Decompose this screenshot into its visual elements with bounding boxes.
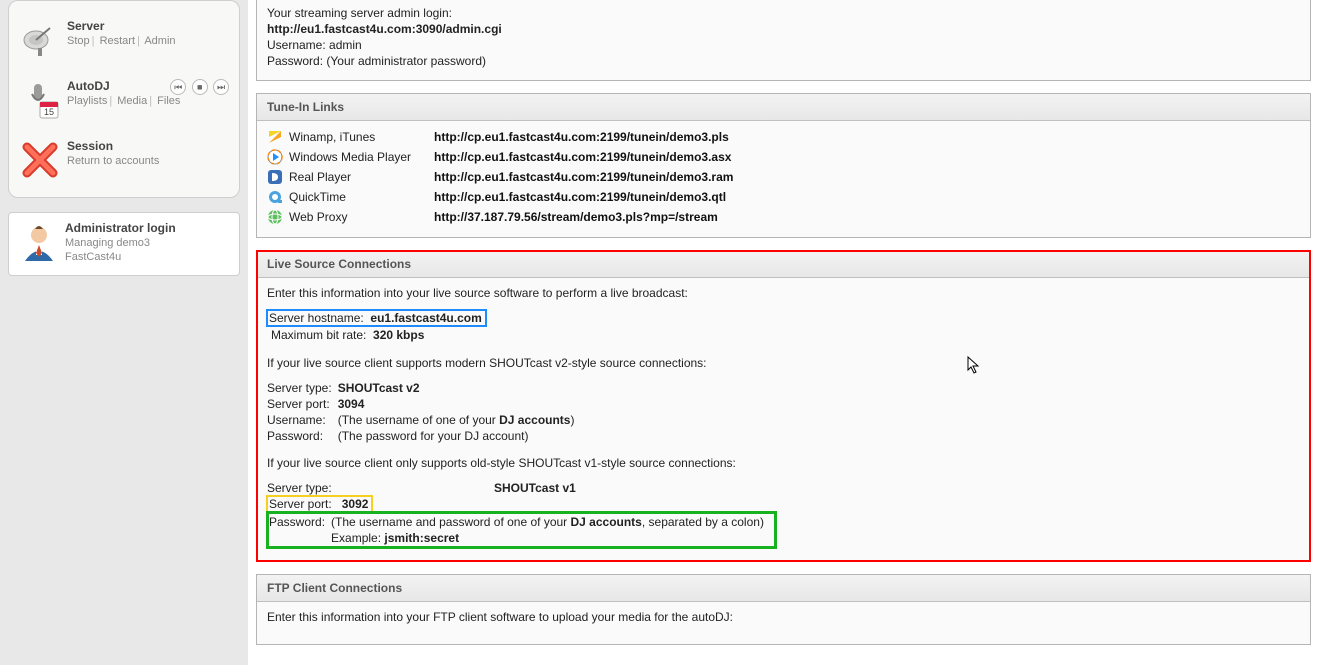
wmp-icon xyxy=(267,149,283,165)
server-title: Server xyxy=(67,19,229,33)
admin-username-label: Username: xyxy=(267,38,326,52)
server-links: Stop| Restart| Admin xyxy=(67,35,229,47)
live-source-header: Live Source Connections xyxy=(257,251,1310,278)
admin-password-label: Password: xyxy=(267,54,323,68)
admin-login-url[interactable]: http://eu1.fastcast4u.com:3090/admin.cgi xyxy=(267,22,502,36)
close-x-icon xyxy=(19,139,61,181)
v2-username: (The username of one of your DJ accounts… xyxy=(338,412,581,428)
tunein-row-winamp: Winamp, iTunes http://cp.eu1.fastcast4u.… xyxy=(267,127,1300,147)
tunein-url-quicktime[interactable]: http://cp.eu1.fastcast4u.com:2199/tunein… xyxy=(434,190,726,204)
winamp-icon xyxy=(267,129,283,145)
admin-login-managing: Managing demo3 xyxy=(65,237,229,249)
bitrate-label: Maximum bit rate: xyxy=(271,328,366,342)
microphone-calendar-icon: 15 xyxy=(19,79,61,121)
v1-example: Example: jsmith:secret xyxy=(331,530,770,546)
server-restart-link[interactable]: Restart xyxy=(100,35,135,47)
admin-login-brand: FastCast4u xyxy=(65,251,229,263)
sidebar-item-autodj[interactable]: 15 ⏮ ■ ⏭ AutoDJ Playlists| Media| Files xyxy=(9,71,239,131)
v1-password: (The username and password of one of you… xyxy=(331,514,770,530)
hostname-highlight: Server hostname: eu1.fastcast4u.com xyxy=(267,310,486,326)
session-title: Session xyxy=(67,139,229,153)
svg-text:15: 15 xyxy=(44,107,54,117)
v2-table: Server type:SHOUTcast v2 Server port:309… xyxy=(267,380,580,444)
v2-type: SHOUTcast v2 xyxy=(338,381,420,395)
admin-password-value: (Your administrator password) xyxy=(326,54,486,68)
tunein-links-header: Tune-In Links xyxy=(257,94,1310,121)
tunein-url-webproxy[interactable]: http://37.187.79.56/stream/demo3.pls?mp=… xyxy=(434,210,718,224)
ftp-header: FTP Client Connections xyxy=(257,575,1310,602)
administrator-login-box[interactable]: Administrator login Managing demo3 FastC… xyxy=(8,212,240,276)
tunein-row-wmp: Windows Media Player http://cp.eu1.fastc… xyxy=(267,147,1300,167)
v1-table: Server type:SHOUTcast v1 Server port: 30… xyxy=(267,480,776,551)
tunein-row-quicktime: QuickTime http://cp.eu1.fastcast4u.com:2… xyxy=(267,187,1300,207)
autodj-stop-button[interactable]: ■ xyxy=(192,79,208,95)
v1-type: SHOUTcast v1 xyxy=(494,481,576,495)
v2-port: 3094 xyxy=(338,397,365,411)
sidebar-panel: Server Stop| Restart| Admin 15 xyxy=(8,0,240,198)
globe-icon xyxy=(267,209,283,225)
autodj-files-link[interactable]: Files xyxy=(157,95,180,107)
ftp-intro: Enter this information into your FTP cli… xyxy=(267,610,1300,624)
sidebar-item-session[interactable]: Session Return to accounts xyxy=(9,131,239,191)
autodj-next-button[interactable]: ⏭ xyxy=(213,79,229,95)
sidebar-item-server[interactable]: Server Stop| Restart| Admin xyxy=(9,11,239,71)
v1-port-highlight: Server port: 3092 xyxy=(267,496,372,512)
session-return-link[interactable]: Return to accounts xyxy=(67,155,159,167)
v1-note: If your live source client only supports… xyxy=(267,456,1300,470)
live-intro: Enter this information into your live so… xyxy=(267,286,1300,300)
v1-password-highlight: Password: (The username and password of … xyxy=(267,512,776,548)
tunein-links-panel: Tune-In Links Winamp, iTunes http://cp.e… xyxy=(256,93,1311,238)
v2-note: If your live source client supports mode… xyxy=(267,356,1300,370)
server-stop-link[interactable]: Stop xyxy=(67,35,90,47)
autodj-prev-button[interactable]: ⏮ xyxy=(170,79,186,95)
avatar-icon xyxy=(19,221,59,261)
admin-login-intro: Your streaming server admin login: xyxy=(267,6,1300,20)
bitrate-value: 320 kbps xyxy=(373,328,424,342)
admin-username-value: admin xyxy=(329,38,362,52)
live-source-panel: Live Source Connections Enter this infor… xyxy=(256,250,1311,562)
tunein-row-real: Real Player http://cp.eu1.fastcast4u.com… xyxy=(267,167,1300,187)
hostname-value: eu1.fastcast4u.com xyxy=(370,311,481,325)
satellite-dish-icon xyxy=(19,19,61,61)
admin-login-panel: Your streaming server admin login: http:… xyxy=(256,0,1311,81)
realplayer-icon xyxy=(267,169,283,185)
tunein-url-wmp[interactable]: http://cp.eu1.fastcast4u.com:2199/tunein… xyxy=(434,150,731,164)
radio-icon xyxy=(19,5,61,11)
tunein-url-winamp[interactable]: http://cp.eu1.fastcast4u.com:2199/tunein… xyxy=(434,130,729,144)
v2-password: (The password for your DJ account) xyxy=(338,428,581,444)
autodj-playlists-link[interactable]: Playlists xyxy=(67,95,107,107)
autodj-media-link[interactable]: Media xyxy=(117,95,147,107)
server-admin-link[interactable]: Admin xyxy=(144,35,175,47)
admin-login-title: Administrator login xyxy=(65,221,229,235)
autodj-links: Playlists| Media| Files xyxy=(67,95,229,107)
v1-port: 3092 xyxy=(342,497,369,511)
hostname-label: Server hostname: xyxy=(269,311,364,325)
tunein-url-real[interactable]: http://cp.eu1.fastcast4u.com:2199/tunein… xyxy=(434,170,733,184)
ftp-panel: FTP Client Connections Enter this inform… xyxy=(256,574,1311,645)
quicktime-icon xyxy=(267,189,283,205)
tunein-row-webproxy: Web Proxy http://37.187.79.56/stream/dem… xyxy=(267,207,1300,227)
